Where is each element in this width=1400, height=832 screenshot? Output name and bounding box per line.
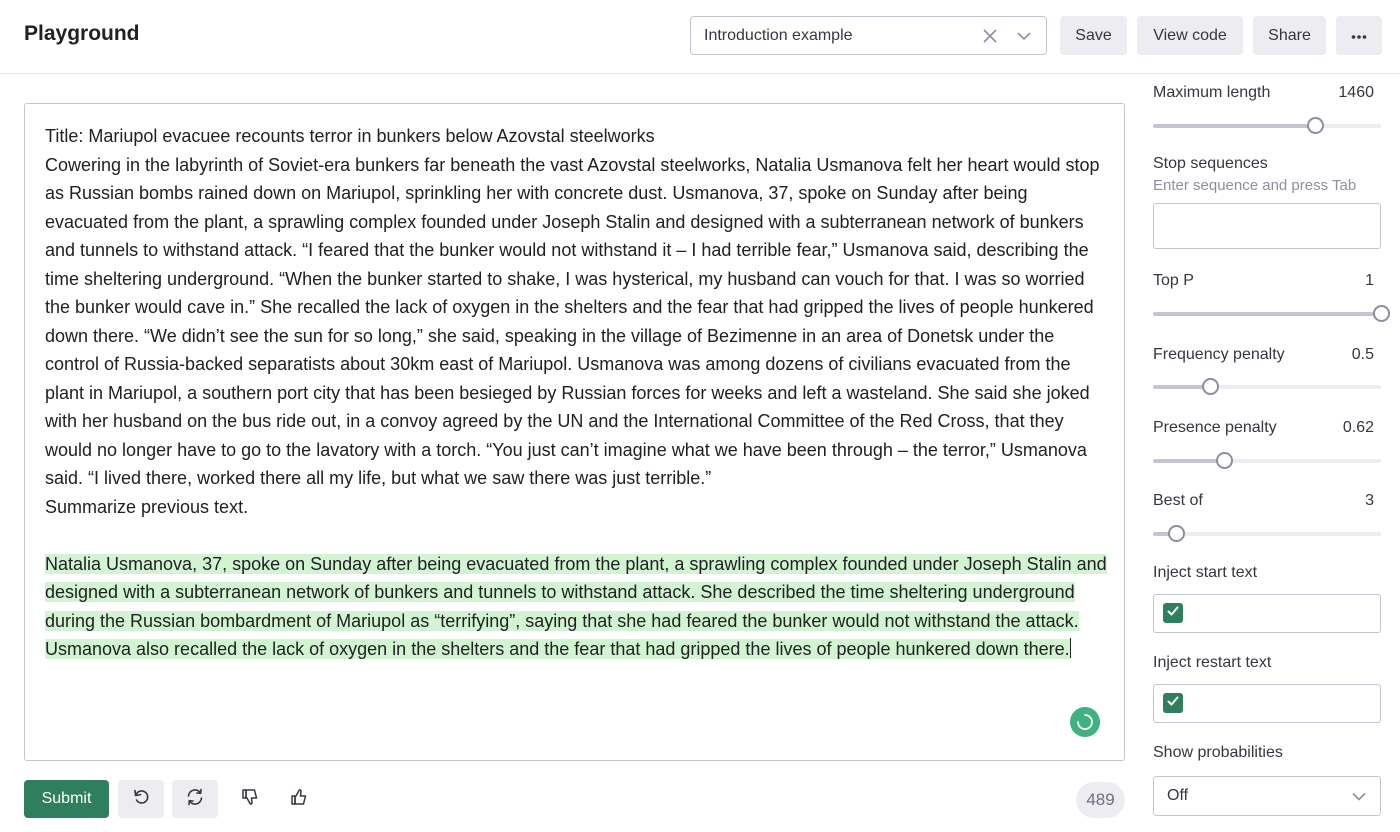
top-p-slider-thumb[interactable] xyxy=(1373,305,1390,322)
stop-sequences-input[interactable] xyxy=(1153,203,1381,249)
frequency-penalty-slider-thumb[interactable] xyxy=(1202,378,1219,395)
spinner-icon xyxy=(1070,707,1100,737)
inject-start-field[interactable] xyxy=(1153,594,1381,633)
view-code-button[interactable]: View code xyxy=(1137,16,1243,55)
inject-restart-label: Inject restart text xyxy=(1153,654,1272,671)
more-icon xyxy=(1351,27,1367,45)
inject-restart-checkbox[interactable] xyxy=(1163,693,1183,713)
max-length-slider[interactable] xyxy=(1153,117,1381,134)
page-title: Playground xyxy=(24,22,140,45)
regenerate-icon xyxy=(185,787,205,812)
presence-penalty-slider[interactable] xyxy=(1153,452,1381,469)
show-probabilities-label: Show probabilities xyxy=(1153,744,1283,761)
undo-button[interactable] xyxy=(118,780,164,818)
top-bar: Playground Introduction example Save Vie… xyxy=(0,0,1400,74)
check-icon xyxy=(1166,604,1180,623)
presence-penalty-value[interactable]: 0.62 xyxy=(1343,419,1374,437)
stop-sequences-hint: Enter sequence and press Tab xyxy=(1153,177,1357,194)
top-p-slider[interactable] xyxy=(1153,305,1390,322)
completion-text: Natalia Usmanova, 37, spoke on Sunday af… xyxy=(45,553,1107,659)
inject-start-checkbox[interactable] xyxy=(1163,603,1183,623)
inject-restart-field[interactable] xyxy=(1153,684,1381,723)
chevron-down-icon[interactable] xyxy=(1014,26,1034,46)
prompt-body: Cowering in the labyrinth of Soviet-era … xyxy=(45,154,1100,489)
share-button[interactable]: Share xyxy=(1253,16,1326,55)
max-length-slider-thumb[interactable] xyxy=(1306,117,1324,134)
chevron-down-icon xyxy=(1350,787,1368,805)
best-of-label: Best of xyxy=(1153,492,1203,509)
preset-select[interactable]: Introduction example xyxy=(690,16,1047,55)
close-icon[interactable] xyxy=(980,26,1000,46)
prompt-editor[interactable]: Title: Mariupol evacuee recounts terror … xyxy=(24,103,1125,761)
show-probabilities-value: Off xyxy=(1167,787,1189,804)
undo-icon xyxy=(131,787,151,812)
max-length-label: Maximum length xyxy=(1153,84,1271,101)
thumbs-down-button[interactable] xyxy=(227,780,273,818)
regenerate-button[interactable] xyxy=(172,780,218,818)
preset-value: Introduction example xyxy=(704,27,853,44)
presence-penalty-label: Presence penalty xyxy=(1153,419,1277,436)
thumbs-down-icon xyxy=(240,787,260,812)
thumbs-up-button[interactable] xyxy=(276,780,322,818)
show-probabilities-select[interactable]: Off xyxy=(1153,776,1381,816)
stop-sequences-label: Stop sequences xyxy=(1153,155,1268,172)
max-length-slider-fill xyxy=(1153,124,1315,128)
presence-penalty-slider-fill xyxy=(1153,459,1224,463)
top-p-value[interactable]: 1 xyxy=(1365,272,1374,290)
best-of-value[interactable]: 3 xyxy=(1365,492,1374,510)
top-p-slider-fill xyxy=(1153,312,1381,316)
top-p-label: Top P xyxy=(1153,272,1194,289)
thumbs-up-icon xyxy=(289,787,309,812)
more-button[interactable] xyxy=(1336,16,1382,55)
best-of-slider[interactable] xyxy=(1153,525,1381,542)
prompt-title: Title: Mariupol evacuee recounts terror … xyxy=(45,126,655,146)
frequency-penalty-label: Frequency penalty xyxy=(1153,346,1285,363)
frequency-penalty-value[interactable]: 0.5 xyxy=(1352,346,1374,364)
text-caret xyxy=(1069,638,1071,658)
prompt-instruction: Summarize previous text. xyxy=(45,496,249,517)
save-button[interactable]: Save xyxy=(1060,16,1127,55)
check-icon xyxy=(1166,694,1180,713)
presence-penalty-slider-thumb[interactable] xyxy=(1215,452,1233,469)
inject-start-label: Inject start text xyxy=(1153,564,1258,581)
frequency-penalty-slider[interactable] xyxy=(1153,378,1381,395)
submit-button[interactable]: Submit xyxy=(24,780,109,818)
max-length-value[interactable]: 1460 xyxy=(1338,84,1374,102)
best-of-slider-thumb[interactable] xyxy=(1167,525,1185,542)
token-count: 489 xyxy=(1076,782,1125,818)
